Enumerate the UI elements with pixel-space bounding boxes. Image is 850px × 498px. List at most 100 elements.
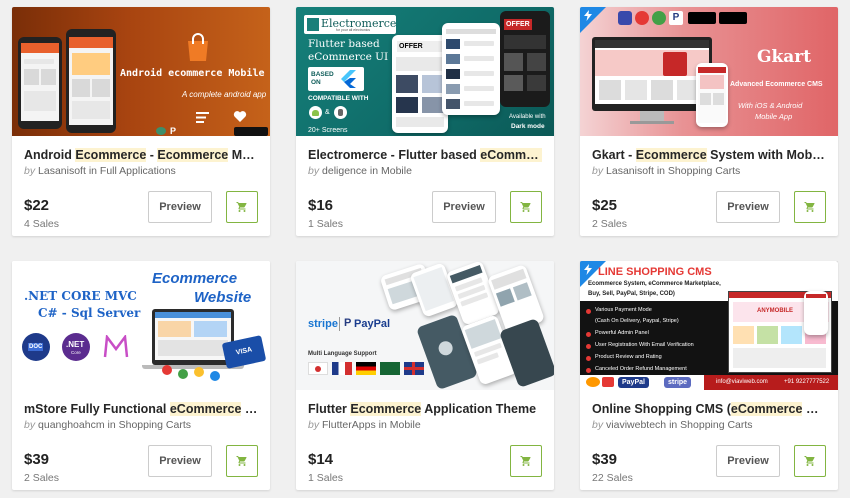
multi-language-label: Multi Language Support <box>308 351 377 357</box>
thumbnail-subheading: Advanced Ecommerce CMS <box>730 81 823 88</box>
phone-mockup-dark <box>498 317 554 389</box>
feature-item: Various Payment Mode <box>595 307 652 313</box>
add-to-cart-button[interactable] <box>226 445 258 477</box>
title-text: Flutter <box>308 402 351 416</box>
check-icon <box>586 368 591 373</box>
monitor-stand <box>640 111 664 121</box>
logo-divider <box>339 317 340 331</box>
product-meta: by quanghoahcm in Shopping Carts <box>24 419 258 431</box>
product-title[interactable]: Online Shopping CMS (eCommerce Syste... <box>592 402 826 417</box>
phone-mockup-dark: OFFER <box>500 11 550 107</box>
thumbnail-subheading: Ecommerce System, eCommerce Marketplace, <box>588 281 721 287</box>
by-label: by <box>308 165 320 177</box>
price: $16 <box>308 197 334 214</box>
author-link[interactable]: quanghoahcm <box>38 419 105 431</box>
add-to-cart-button[interactable] <box>510 191 542 223</box>
feature-item: User Registration With Email Verificatio… <box>595 342 694 348</box>
add-to-cart-button[interactable] <box>226 191 258 223</box>
title-highlight: eCommerce <box>169 402 242 416</box>
by-label: by <box>308 419 320 431</box>
in-label: in <box>656 165 665 177</box>
phone-mockup <box>696 63 728 127</box>
product-title[interactable]: Flutter Ecommerce Application Theme <box>308 402 542 417</box>
phone-mockup <box>442 23 500 115</box>
product-title[interactable]: Android Ecommerce - Ecommerce Mobile ... <box>24 148 258 163</box>
add-to-cart-button[interactable] <box>510 445 542 477</box>
tech-icon <box>652 11 666 25</box>
monitor-mockup <box>592 37 712 111</box>
category-link[interactable]: Mobile <box>390 419 421 431</box>
title-text: mStore Fully Functional <box>24 402 170 416</box>
laptop-mockup <box>152 309 234 365</box>
price: $39 <box>592 451 618 468</box>
category-link[interactable]: Shopping Carts <box>119 419 191 431</box>
product-title[interactable]: Electromerce - Flutter based eCommerce U… <box>308 148 542 163</box>
phone-mockup <box>66 29 116 133</box>
payment-icon <box>156 127 166 135</box>
in-label: in <box>378 419 387 431</box>
feature-item: (Cash On Delivery, Paypal, Stripe) <box>595 318 679 324</box>
deco-dot <box>162 365 172 375</box>
monitor-base <box>630 121 674 124</box>
list-icon <box>196 112 209 123</box>
product-thumbnail[interactable]: Android ecommerce Mobile App A complete … <box>12 7 270 136</box>
product-thumbnail[interactable]: Electromerce for your all electronics Fl… <box>296 7 554 136</box>
apple-icon <box>334 106 347 119</box>
title-text: Android <box>24 148 76 162</box>
title-highlight: Ecommerce <box>350 402 422 416</box>
product-thumbnail[interactable]: LINE SHOPPING CMS Ecommerce System, eCom… <box>580 261 838 390</box>
price: $39 <box>24 451 50 468</box>
flag-uk-icon <box>404 362 424 375</box>
category-link[interactable]: Full Applications <box>100 165 176 177</box>
add-to-cart-button[interactable] <box>794 191 826 223</box>
preview-button[interactable]: Preview <box>148 191 212 223</box>
category-link[interactable]: Shopping Carts <box>668 165 740 177</box>
offer-banner: OFFER <box>397 41 443 52</box>
product-title[interactable]: Gkart - Ecommerce System with Mobile A..… <box>592 148 826 163</box>
preview-button[interactable]: Preview <box>148 445 212 477</box>
author-link[interactable]: deligence <box>322 165 367 177</box>
price: $25 <box>592 197 618 214</box>
category-link[interactable]: Mobile <box>381 165 412 177</box>
product-thumbnail[interactable]: .NET CORE MVC C# - Sql Server DOC .NET C… <box>12 261 270 390</box>
based-on-box: BASED ON <box>308 67 364 91</box>
product-thumbnail[interactable]: P Gkart Advanced Ecommerce CMS With iOS … <box>580 7 838 136</box>
thumbnail-heading: .NET CORE MVC <box>24 289 137 303</box>
thumbnail-heading: Website <box>194 289 252 306</box>
payment-badge <box>586 377 600 387</box>
category-link[interactable]: Shopping Carts <box>680 419 752 431</box>
preview-button[interactable]: Preview <box>432 191 496 223</box>
thumbnail-subheading: Buy, Sell, PayPal, Stripe, COD) <box>588 291 675 297</box>
dark-mode-label: Dark mode <box>511 123 545 130</box>
product-meta: by viaviwebtech in Shopping Carts <box>592 419 826 431</box>
price-row: $39 2 Sales Preview <box>24 439 258 490</box>
check-icon <box>586 309 591 314</box>
author-link[interactable]: viaviwebtech <box>606 419 666 431</box>
title-text: System with Mobile A... <box>710 148 826 162</box>
product-title[interactable]: mStore Fully Functional eCommerce Web... <box>24 402 258 417</box>
in-label: in <box>107 419 116 431</box>
preview-button[interactable]: Preview <box>716 191 780 223</box>
author-link[interactable]: FlutterApps <box>322 419 376 431</box>
title-text: - <box>146 148 158 162</box>
contact-phone: +91 9227777522 <box>784 379 830 385</box>
add-to-cart-button[interactable] <box>794 445 826 477</box>
cart-icon <box>804 456 815 466</box>
author-link[interactable]: Lasanisoft <box>38 165 86 177</box>
thumbnail-subheading: With iOS & Android <box>738 101 803 110</box>
flag-germany-icon <box>356 362 376 375</box>
cart-icon <box>520 456 531 466</box>
title-text: Mobile ... <box>231 148 258 162</box>
product-meta: by deligence in Mobile <box>308 165 542 177</box>
product-thumbnail[interactable]: stripe P PayPal Multi Language Support <box>296 261 554 390</box>
android-icon <box>309 106 322 119</box>
in-label: in <box>669 419 678 431</box>
phone-mockup: OFFER <box>392 35 448 133</box>
paypal-logo: PayPal <box>354 318 391 330</box>
preview-button[interactable]: Preview <box>716 445 780 477</box>
price-row: $14 1 Sales <box>308 439 542 490</box>
author-link[interactable]: Lasanisoft <box>606 165 654 177</box>
thumbnail-subheading: Mobile App <box>755 112 793 121</box>
sales-count: 22 Sales <box>592 472 633 484</box>
in-label: in <box>369 165 379 177</box>
